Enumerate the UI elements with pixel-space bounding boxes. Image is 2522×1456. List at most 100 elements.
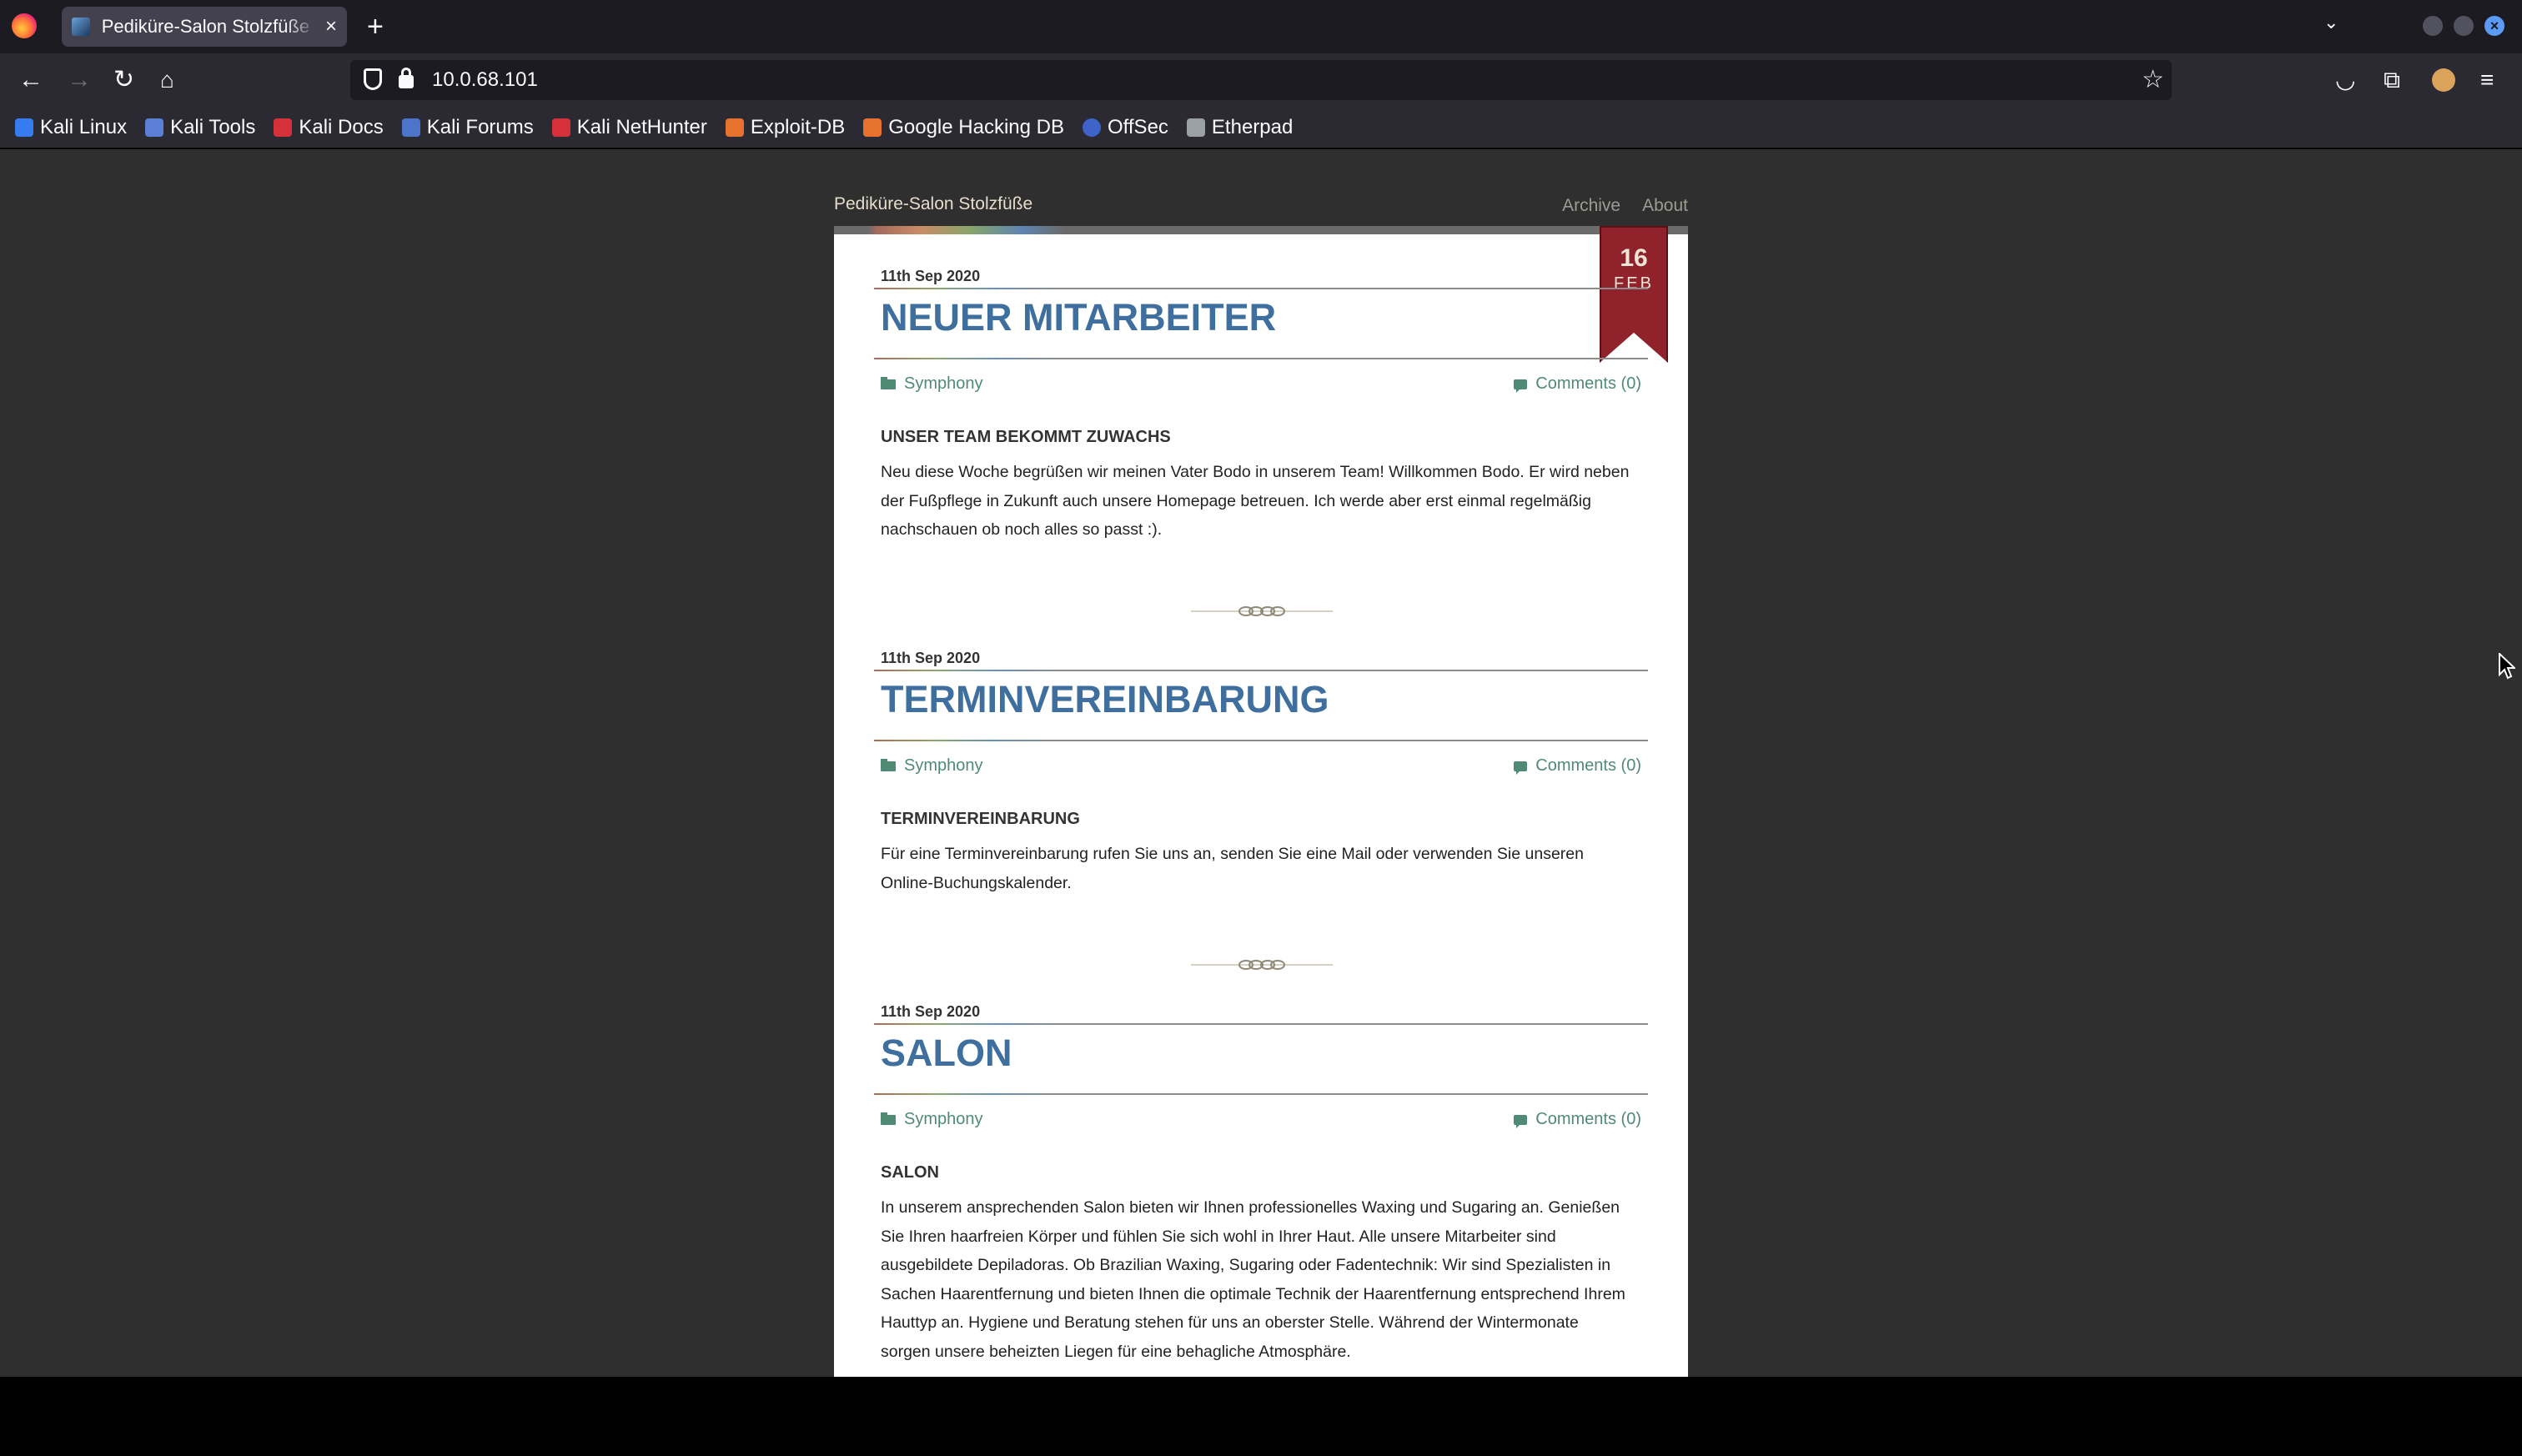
folder-icon bbox=[881, 376, 896, 389]
tracking-protection-shield-icon[interactable] bbox=[364, 68, 382, 90]
date-ribbon: 16 FEB bbox=[1600, 226, 1668, 363]
ghdb-icon bbox=[863, 118, 882, 137]
bookmark-label: Kali Docs bbox=[299, 115, 384, 138]
address-bar[interactable]: 10.0.68.101 ☆ bbox=[350, 60, 2172, 100]
ornament-divider bbox=[1191, 606, 1333, 616]
post-category-link[interactable]: Symphony bbox=[881, 1110, 983, 1129]
exploit-db-icon bbox=[725, 118, 744, 137]
post-comments-link[interactable]: Comments (0) bbox=[1514, 374, 1641, 394]
comments-label: Comments (0) bbox=[1535, 1110, 1641, 1128]
bookmark-label: Kali NetHunter bbox=[576, 115, 707, 138]
pocket-icon[interactable]: ◡ bbox=[2335, 67, 2355, 93]
content-column: 16 FEB 11th Sep 2020 NEUER MITARBEITER S… bbox=[834, 226, 1688, 1377]
back-arrow-icon[interactable]: ← bbox=[18, 65, 43, 95]
bookmark-label: Google Hacking DB bbox=[888, 115, 1064, 138]
post-body: Neu diese Woche begrüßen wir meinen Vate… bbox=[881, 463, 1630, 539]
post-category-link[interactable]: Symphony bbox=[881, 756, 983, 776]
page-viewport: Pediküre-Salon Stolzfüße Archive About 1… bbox=[0, 149, 2522, 1377]
nav-link-about[interactable]: About bbox=[1642, 196, 1688, 216]
decorative-top-bar bbox=[834, 226, 1688, 234]
site-nav: Archive About bbox=[1562, 196, 1688, 216]
forward-arrow-icon[interactable]: → bbox=[67, 65, 92, 95]
divider bbox=[874, 288, 1648, 289]
comment-bubble-icon bbox=[1514, 1114, 1528, 1128]
divider bbox=[874, 1093, 1648, 1095]
post-date: 11th Sep 2020 bbox=[881, 268, 981, 284]
bookmark-kali-nethunter[interactable]: Kali NetHunter bbox=[551, 115, 707, 139]
etherpad-icon bbox=[1186, 118, 1205, 137]
post-body: In unserem ansprechenden Salon bieten wi… bbox=[881, 1198, 1625, 1361]
nethunter-icon bbox=[551, 118, 570, 137]
post-subheading: TERMINVEREINBARUNG bbox=[881, 810, 1080, 828]
post-comments-link[interactable]: Comments (0) bbox=[1514, 1110, 1641, 1129]
post-title[interactable]: NEUER MITARBEITER bbox=[881, 296, 1276, 339]
bookmark-label: Kali Forums bbox=[426, 115, 534, 138]
kali-docs-icon bbox=[274, 118, 293, 137]
bookmark-kali-docs[interactable]: Kali Docs bbox=[274, 115, 384, 139]
ornament-divider bbox=[1191, 960, 1333, 970]
bookmark-label: Kali Linux bbox=[40, 115, 128, 138]
bookmark-kali-forums[interactable]: Kali Forums bbox=[401, 115, 534, 139]
navigation-toolbar: ← → ↻ ⌂ 10.0.68.101 ☆ ◡ ⧉ ≡ bbox=[0, 53, 2522, 107]
divider bbox=[874, 670, 1648, 671]
close-tab-icon[interactable]: × bbox=[325, 15, 337, 38]
ribbon-day: 16 bbox=[1620, 244, 1648, 272]
list-all-tabs-chevron-down-icon[interactable]: ⌄ bbox=[2324, 12, 2339, 33]
post-subheading: SALON bbox=[881, 1163, 939, 1182]
category-label: Symphony bbox=[904, 756, 983, 775]
tab-bar: Pediküre-Salon Stolzfüße × + ⌄ × bbox=[0, 0, 2522, 53]
nav-link-archive[interactable]: Archive bbox=[1562, 196, 1620, 216]
post-date: 11th Sep 2020 bbox=[881, 650, 981, 666]
post-comments-link[interactable]: Comments (0) bbox=[1514, 756, 1641, 776]
tab-title: Pediküre-Salon Stolzfüße bbox=[101, 16, 310, 37]
post-category-link[interactable]: Symphony bbox=[881, 374, 983, 394]
bookmark-offsec[interactable]: OffSec bbox=[1082, 115, 1168, 139]
home-icon[interactable]: ⌂ bbox=[160, 65, 174, 95]
category-label: Symphony bbox=[904, 374, 983, 393]
mouse-cursor-icon bbox=[2499, 653, 2515, 680]
close-window-button[interactable]: × bbox=[2484, 16, 2504, 36]
bookmark-star-icon[interactable]: ☆ bbox=[2142, 65, 2164, 94]
kali-dragon-icon bbox=[15, 118, 33, 137]
minimize-window-button[interactable] bbox=[2423, 16, 2443, 36]
post-date: 11th Sep 2020 bbox=[881, 1003, 981, 1020]
divider bbox=[874, 1023, 1648, 1025]
lock-icon[interactable] bbox=[399, 68, 414, 88]
reload-icon[interactable]: ↻ bbox=[113, 65, 134, 95]
comment-bubble-icon bbox=[1514, 761, 1528, 775]
divider bbox=[874, 740, 1648, 741]
post-title[interactable]: TERMINVEREINBARUNG bbox=[881, 678, 1329, 721]
hamburger-menu-icon[interactable]: ≡ bbox=[2480, 67, 2494, 93]
comments-label: Comments (0) bbox=[1535, 374, 1641, 393]
browser-tab[interactable]: Pediküre-Salon Stolzfüße × bbox=[62, 7, 347, 47]
kali-tools-icon bbox=[145, 118, 164, 137]
bookmark-kali-tools[interactable]: Kali Tools bbox=[145, 116, 255, 139]
extensions-puzzle-icon[interactable]: ⧉ bbox=[2384, 67, 2400, 93]
bookmark-label: OffSec bbox=[1107, 115, 1168, 138]
maximize-window-button[interactable] bbox=[2454, 16, 2474, 36]
firefox-logo-icon[interactable] bbox=[12, 13, 37, 38]
bookmark-etherpad[interactable]: Etherpad bbox=[1186, 115, 1294, 139]
post-body: Für eine Terminvereinbarung rufen Sie un… bbox=[881, 845, 1584, 892]
url-text[interactable]: 10.0.68.101 bbox=[432, 68, 538, 92]
bookmarks-toolbar: Kali Linux Kali Tools Kali Docs Kali For… bbox=[0, 107, 2522, 148]
comment-bubble-icon bbox=[1514, 379, 1528, 393]
screen-bottom-area bbox=[0, 1377, 2522, 1456]
offsec-icon bbox=[1082, 118, 1101, 137]
new-tab-button[interactable]: + bbox=[367, 10, 384, 43]
bookmark-google-hacking-db[interactable]: Google Hacking DB bbox=[863, 116, 1064, 139]
site-favicon-icon bbox=[72, 18, 90, 36]
comments-label: Comments (0) bbox=[1535, 756, 1641, 775]
bookmark-kali-linux[interactable]: Kali Linux bbox=[15, 116, 127, 139]
bookmark-label: Kali Tools bbox=[170, 115, 256, 138]
post-title[interactable]: SALON bbox=[881, 1032, 1012, 1075]
bookmark-label: Etherpad bbox=[1211, 115, 1294, 138]
bookmark-exploit-db[interactable]: Exploit-DB bbox=[725, 116, 845, 139]
account-avatar-icon[interactable] bbox=[2432, 68, 2455, 92]
folder-icon bbox=[881, 1112, 896, 1125]
ribbon-month: FEB bbox=[1614, 274, 1654, 293]
site-title[interactable]: Pediküre-Salon Stolzfüße bbox=[834, 194, 1032, 214]
folder-icon bbox=[881, 758, 896, 771]
post-subheading: UNSER TEAM BEKOMMT ZUWACHS bbox=[881, 428, 1171, 446]
divider bbox=[874, 358, 1648, 359]
